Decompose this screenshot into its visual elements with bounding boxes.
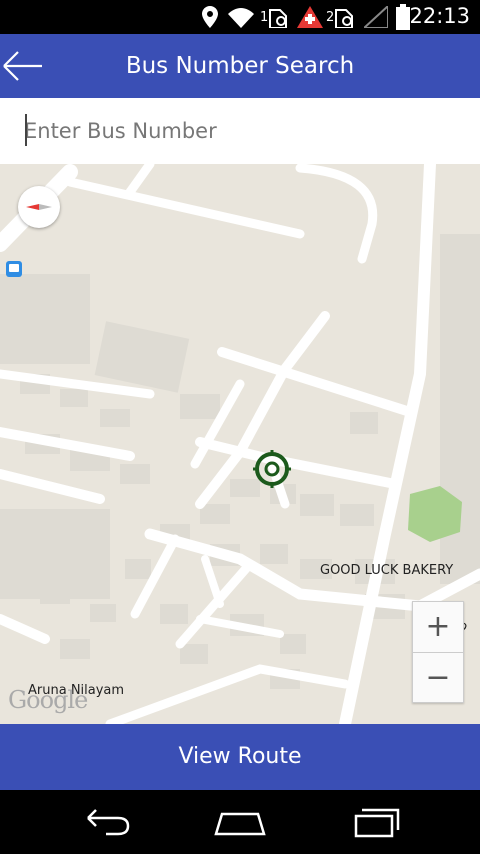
search-bar [0, 98, 480, 164]
nav-bar [0, 790, 480, 854]
map-canvas[interactable] [0, 164, 480, 724]
signal-icon [364, 6, 388, 28]
alert-icon [297, 6, 323, 28]
sim2-icon [335, 9, 353, 28]
bus-stop-icon[interactable] [6, 261, 22, 277]
battery-icon [396, 4, 410, 30]
compass-button[interactable] [18, 186, 60, 228]
page-title: Bus Number Search [125, 53, 355, 79]
status-bar: 1 2 22:13 [0, 0, 480, 34]
map-view[interactable]: GOOD LUCK BAKERY HP Ro Aruna Nilayam Goo… [0, 164, 480, 724]
view-route-button[interactable]: View Route [0, 724, 480, 790]
zoom-in-button[interactable]: + [413, 602, 463, 652]
bus-number-input[interactable] [24, 112, 454, 150]
google-attribution: Google [8, 686, 88, 714]
wifi-icon [228, 8, 254, 28]
nav-recents-icon[interactable] [344, 804, 404, 840]
text-cursor [25, 114, 27, 146]
zoom-controls: + − [412, 601, 464, 703]
compass-icon [26, 204, 52, 210]
clock: 22:13 [409, 4, 470, 28]
nav-back-icon[interactable] [78, 804, 138, 840]
bakery-label: GOOD LUCK BAKERY [320, 563, 454, 578]
zoom-out-button[interactable]: − [413, 653, 463, 703]
location-icon [202, 6, 218, 28]
nav-home-icon[interactable] [210, 804, 270, 840]
sim1-icon [269, 9, 287, 28]
app-bar: Bus Number Search [0, 34, 480, 98]
